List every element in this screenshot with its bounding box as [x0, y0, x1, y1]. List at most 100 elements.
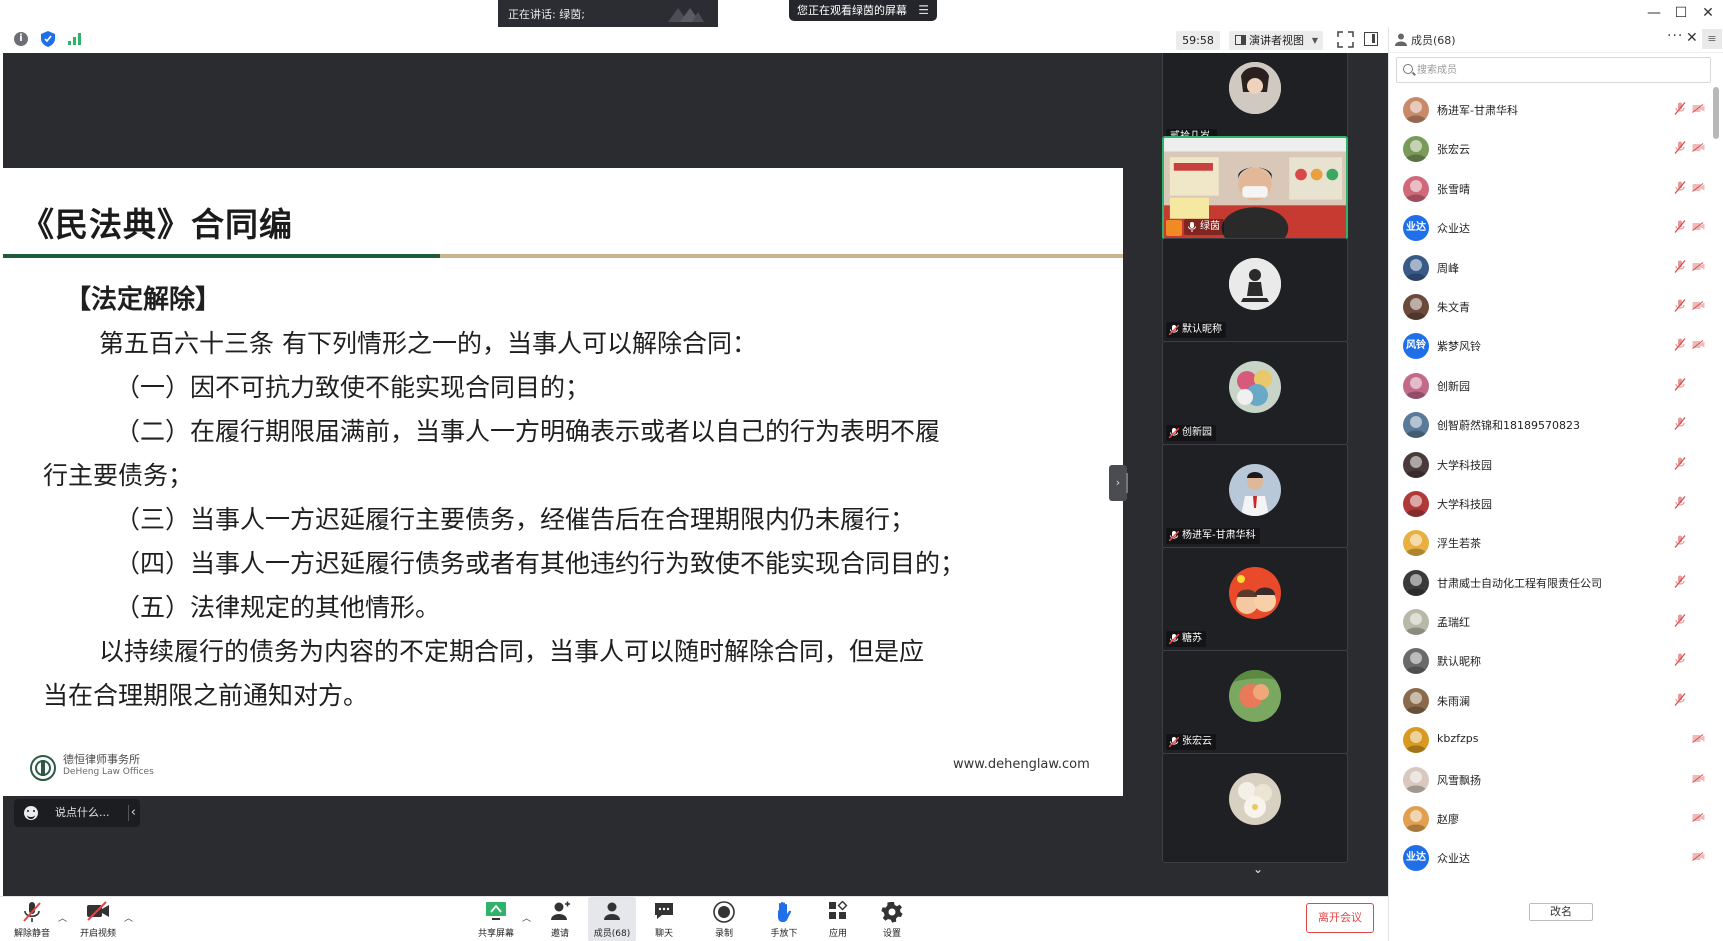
chevron-left-icon[interactable]: ‹ — [131, 799, 136, 827]
avatar: 业达 — [1403, 845, 1429, 872]
member-row[interactable]: 创智蔚然锦和18189570823 — [1389, 405, 1709, 444]
mic-muted-icon[interactable] — [1674, 535, 1686, 549]
camera-off-icon[interactable] — [1692, 340, 1705, 350]
camera-off-icon[interactable] — [1692, 261, 1705, 271]
member-row[interactable]: 杨进军-甘肃华科 — [1389, 90, 1709, 129]
close-panel-icon[interactable]: ✕ — [1686, 30, 1698, 46]
mic-muted-icon[interactable] — [1674, 574, 1686, 588]
chat-button[interactable]: 聊天 — [644, 897, 684, 941]
video-tile[interactable] — [1162, 753, 1348, 863]
share-screen-button[interactable]: 共享屏幕 — [474, 897, 518, 941]
mic-muted-icon[interactable] — [1674, 417, 1686, 431]
unmute-button[interactable]: 解除静音 — [10, 897, 54, 941]
camera-off-icon[interactable] — [1692, 104, 1705, 113]
settings-button[interactable]: 设置 — [872, 897, 912, 941]
member-search[interactable] — [1396, 57, 1711, 83]
video-tile-active[interactable]: 绿茵 — [1162, 136, 1348, 240]
member-row[interactable]: 孟瑞红 — [1389, 602, 1709, 641]
member-row[interactable]: 赵廖 — [1389, 799, 1709, 838]
member-row[interactable]: 大学科技园 — [1389, 445, 1709, 484]
fullscreen-icon[interactable] — [1337, 31, 1354, 48]
chevron-down-icon[interactable]: ⌄ — [1245, 862, 1271, 882]
panel-menu-icon[interactable]: ≡ — [1702, 29, 1722, 49]
mic-muted-icon[interactable] — [1674, 102, 1686, 115]
lower-hand-button[interactable]: 手放下 — [764, 897, 804, 941]
member-row[interactable]: 浮生若茶 — [1389, 523, 1709, 562]
mic-muted-icon[interactable] — [1674, 377, 1686, 391]
list-menu-icon[interactable]: ☰ — [918, 4, 929, 16]
mic-muted-icon[interactable] — [1674, 220, 1686, 234]
more-options-icon[interactable]: ··· — [1667, 28, 1683, 44]
chevron-up-icon[interactable]: ︿ — [522, 911, 531, 924]
apps-button[interactable]: 应用 — [818, 897, 858, 941]
member-row[interactable]: 周峰 — [1389, 248, 1709, 287]
member-row[interactable]: 默认昵称 — [1389, 641, 1709, 680]
member-row[interactable]: 张雪晴 — [1389, 169, 1709, 208]
mic-muted-icon[interactable] — [1674, 614, 1686, 627]
mic-muted-icon[interactable] — [1674, 456, 1686, 470]
info-icon[interactable]: i — [14, 32, 28, 46]
member-row[interactable]: 业达 众业达 — [1389, 208, 1709, 247]
camera-off-icon[interactable] — [1692, 852, 1705, 862]
collapse-strip-button[interactable]: › — [1109, 465, 1127, 501]
member-row[interactable]: 朱雨澜 — [1389, 681, 1709, 720]
mic-muted-icon[interactable] — [1674, 495, 1686, 509]
close-window-icon[interactable]: ✕ — [1695, 3, 1721, 23]
mic-muted-icon[interactable] — [1674, 259, 1686, 273]
video-tile[interactable]: 张宏云 — [1162, 650, 1348, 754]
camera-off-icon[interactable] — [1692, 734, 1705, 744]
avatar — [1403, 727, 1429, 754]
chevron-up-icon[interactable]: ︿ — [58, 911, 67, 924]
member-row[interactable]: 大学科技园 — [1389, 484, 1709, 523]
video-tile[interactable]: 默认昵称 — [1162, 238, 1348, 342]
minimize-icon[interactable]: — — [1641, 3, 1667, 23]
member-row[interactable]: 风雪飘扬 — [1389, 760, 1709, 799]
invite-button[interactable]: 邀请 — [540, 897, 580, 941]
layout-toggle-icon[interactable] — [1364, 32, 1378, 46]
members-button[interactable]: 成员(68) — [588, 897, 636, 941]
start-video-button[interactable]: 开启视频 — [76, 897, 120, 941]
network-signal-icon[interactable] — [68, 33, 82, 45]
video-tile[interactable]: 糖苏 — [1162, 547, 1348, 651]
avatar — [1403, 490, 1429, 517]
rename-button[interactable]: 改名 — [1529, 903, 1593, 921]
quick-chat-input[interactable]: 说点什么... ‹ — [14, 799, 140, 827]
member-row[interactable]: kbzfzps — [1389, 720, 1709, 759]
camera-off-icon[interactable] — [1692, 182, 1705, 192]
video-tile[interactable]: 贰拾几岁. — [1162, 53, 1348, 149]
mic-muted-icon[interactable] — [1674, 692, 1686, 706]
mic-muted-icon[interactable] — [1674, 653, 1686, 667]
search-input[interactable] — [1417, 61, 1697, 79]
member-row[interactable]: 业达 众业达 — [1389, 838, 1709, 877]
emoji-icon[interactable] — [24, 806, 38, 820]
camera-off-icon[interactable] — [1692, 773, 1705, 783]
member-name: 孟瑞红 — [1437, 616, 1470, 630]
maximize-icon[interactable]: ☐ — [1668, 3, 1694, 23]
scrollbar[interactable] — [1713, 87, 1719, 139]
mic-muted-icon[interactable] — [1674, 299, 1686, 312]
leave-meeting-button[interactable]: 离开会议 — [1306, 903, 1374, 933]
mic-muted-icon[interactable] — [1674, 180, 1686, 194]
chevron-up-icon[interactable]: ︿ — [124, 911, 133, 924]
camera-off-icon[interactable] — [1692, 222, 1705, 232]
member-row[interactable]: 创新园 — [1389, 366, 1709, 405]
slide-heading: 【法定解除】 — [65, 285, 222, 315]
member-row[interactable]: 甘肃威士自动化工程有限责任公司 — [1389, 563, 1709, 602]
record-button[interactable]: 录制 — [704, 897, 744, 941]
view-mode-dropdown[interactable]: 演讲者视图 ▼ — [1229, 31, 1323, 50]
video-tile[interactable]: 杨进军-甘肃华科 — [1162, 444, 1348, 548]
camera-off-icon[interactable] — [1692, 813, 1705, 822]
bottom-toolbar: 解除静音 ︿ 开启视频 ︿ 共享屏幕 ︿ 邀请 成员(68) 聊天 录制 手放下… — [0, 896, 1388, 941]
video-tile[interactable]: 创新园 — [1162, 341, 1348, 445]
mic-muted-icon[interactable] — [1674, 338, 1686, 352]
camera-off-icon[interactable] — [1692, 143, 1705, 153]
member-row[interactable]: 朱文青 — [1389, 287, 1709, 326]
member-row[interactable]: 风铃 紫梦风铃 — [1389, 326, 1709, 365]
watching-banner[interactable]: 您正在观看绿茵的屏幕 ☰ — [789, 0, 937, 21]
mic-muted-icon[interactable] — [1674, 141, 1686, 155]
shield-icon[interactable] — [41, 31, 55, 47]
member-row[interactable]: 张宏云 — [1389, 129, 1709, 168]
strip-resize-handle[interactable] — [1126, 473, 1128, 493]
avatar — [1403, 609, 1429, 636]
camera-off-icon[interactable] — [1692, 301, 1705, 310]
